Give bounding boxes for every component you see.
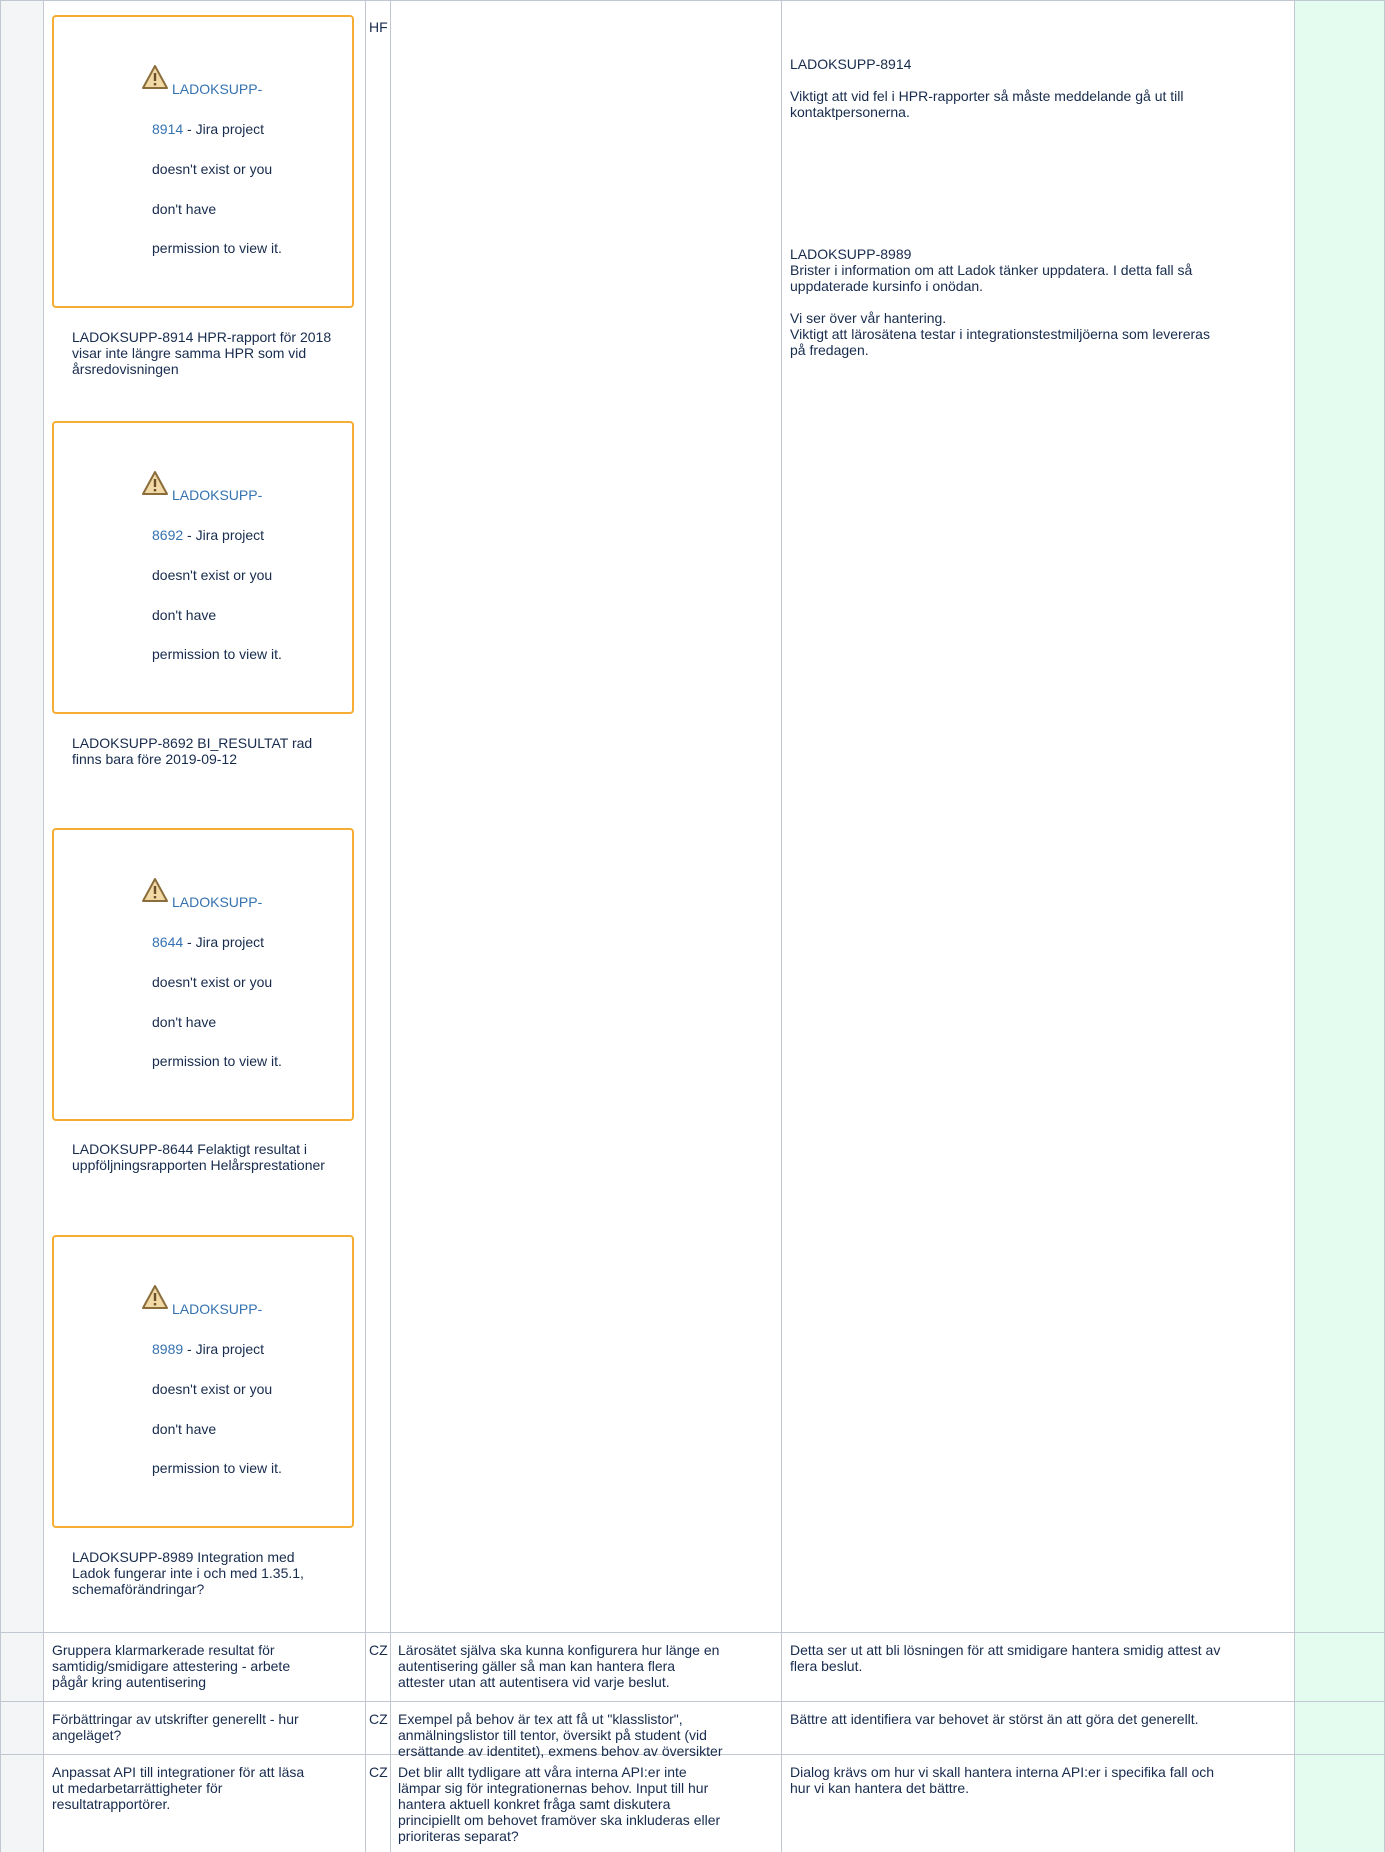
comment-cell: Dialog krävs om hur vi skall hantera int… bbox=[790, 1764, 1215, 1796]
grid-line bbox=[43, 0, 44, 1852]
jira-issue-link[interactable]: LADOKSUPP- bbox=[172, 894, 262, 910]
jira-issue-link[interactable]: LADOKSUPP- bbox=[172, 1301, 262, 1317]
topic-cell: Förbättringar av utskrifter generellt - … bbox=[52, 1711, 299, 1743]
warning-icon bbox=[142, 471, 168, 495]
jira-message: permission to view it. bbox=[152, 646, 282, 662]
jira-message: doesn't exist or you bbox=[152, 1381, 273, 1397]
description-cell: Det blir allt tydligare att våra interna… bbox=[398, 1764, 721, 1844]
owner-cell: CZ bbox=[369, 1711, 388, 1727]
issue-note: LADOKSUPP-8692 BI_RESULTAT rad finns bara… bbox=[72, 735, 313, 767]
row-number-column bbox=[0, 0, 44, 1852]
jira-message: permission to view it. bbox=[152, 1460, 282, 1476]
jira-issue-link[interactable]: LADOKSUPP- bbox=[172, 81, 262, 97]
jira-message: doesn't exist or you bbox=[152, 161, 273, 177]
grid-line bbox=[781, 0, 782, 1852]
comment-cell: LADOKSUPP-8989 Brister i information om … bbox=[790, 246, 1210, 358]
jira-issue-link[interactable]: 8914 bbox=[152, 121, 183, 137]
jira-message: don't have bbox=[152, 607, 217, 623]
jira-message: doesn't exist or you bbox=[152, 974, 273, 990]
jira-message: don't have bbox=[152, 1014, 217, 1030]
jira-issue-link[interactable]: 8989 bbox=[152, 1341, 183, 1357]
grid-line bbox=[0, 1632, 1385, 1633]
grid-line bbox=[0, 0, 1, 1852]
warning-icon bbox=[142, 65, 168, 89]
grid-line bbox=[0, 1701, 1385, 1702]
jira-message: - Jira project bbox=[183, 934, 265, 950]
jira-message: permission to view it. bbox=[152, 1053, 282, 1069]
comment-cell: Bättre att identifiera var behovet är st… bbox=[790, 1711, 1199, 1727]
comment-cell: LADOKSUPP-8914 Viktigt att vid fel i HPR… bbox=[790, 56, 1184, 120]
comment-cell: Detta ser ut att bli lösningen för att s… bbox=[790, 1642, 1221, 1674]
jira-issue-link[interactable]: 8692 bbox=[152, 527, 183, 543]
grid-line bbox=[390, 0, 391, 1852]
owner-cell: CZ bbox=[369, 1764, 388, 1780]
jira-message: don't have bbox=[152, 201, 217, 217]
jira-issue-link[interactable]: LADOKSUPP- bbox=[172, 487, 262, 503]
issue-note: LADOKSUPP-8989 Integration med Ladok fung… bbox=[72, 1549, 304, 1597]
warning-icon bbox=[142, 1285, 168, 1309]
jira-issue-macro: LADOKSUPP- 8914 - Jira project doesn't e… bbox=[52, 15, 354, 308]
owner-cell: HF bbox=[369, 19, 388, 35]
description-cell: Lärosätet själva ska kunna konfigurera h… bbox=[398, 1642, 720, 1690]
jira-message: doesn't exist or you bbox=[152, 567, 273, 583]
description-cell: Exempel på behov är tex att få ut "klass… bbox=[398, 1711, 723, 1759]
jira-issue-macro: LADOKSUPP- 8692 - Jira project doesn't e… bbox=[52, 421, 354, 714]
grid-line bbox=[0, 0, 1385, 1]
jira-issue-macro: LADOKSUPP- 8644 - Jira project doesn't e… bbox=[52, 828, 354, 1121]
issue-note: LADOKSUPP-8914 HPR-rapport för 2018 visar… bbox=[72, 329, 332, 377]
jira-message: - Jira project bbox=[183, 1341, 265, 1357]
jira-message: - Jira project bbox=[183, 121, 265, 137]
grid-line bbox=[365, 0, 366, 1852]
jira-issue-macro: LADOKSUPP- 8989 - Jira project doesn't e… bbox=[52, 1235, 354, 1528]
jira-message: - Jira project bbox=[183, 527, 265, 543]
warning-icon bbox=[142, 878, 168, 902]
jira-message: don't have bbox=[152, 1421, 217, 1437]
owner-cell: CZ bbox=[369, 1642, 388, 1658]
status-column bbox=[1295, 0, 1385, 1852]
issue-note: LADOKSUPP-8644 Felaktigt resultat i uppfö… bbox=[72, 1141, 325, 1173]
grid-line bbox=[1294, 0, 1295, 1852]
jira-issue-link[interactable]: 8644 bbox=[152, 934, 183, 950]
topic-cell: Anpassat API till integrationer för att … bbox=[52, 1764, 305, 1812]
topic-cell: Gruppera klarmarkerade resultat för samti… bbox=[52, 1642, 291, 1690]
jira-message: permission to view it. bbox=[152, 240, 282, 256]
